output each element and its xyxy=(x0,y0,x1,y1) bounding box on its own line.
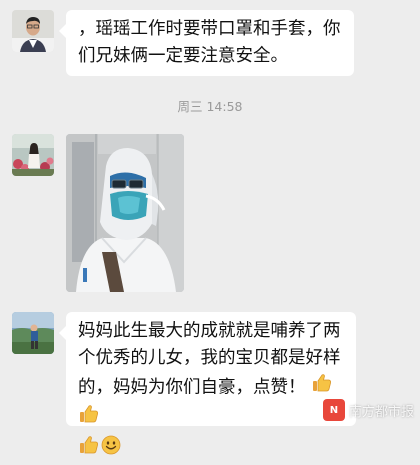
message-line: ，瑶瑶工作时要带口罩和手套，你 xyxy=(78,19,341,39)
message-line: 们兄妹俩一定要注意安全。 xyxy=(78,46,288,66)
message-line: 的，妈妈为你们自豪，点赞！ xyxy=(78,372,344,434)
message-bubble[interactable]: ，瑶瑶工作时要带口罩和手套，你 们兄妹俩一定要注意安全。 xyxy=(59,10,354,76)
avatar[interactable] xyxy=(12,134,54,176)
thumbs-up-icon xyxy=(78,403,100,434)
thumbs-up-icon xyxy=(78,434,100,465)
message-line-text: 的，妈妈为你们自豪，点赞！ xyxy=(78,377,306,398)
smile-icon xyxy=(100,434,122,465)
message-line xyxy=(78,434,344,465)
shared-photo[interactable] xyxy=(66,134,184,292)
avatar[interactable] xyxy=(12,10,54,52)
message-line: 妈妈此生最大的成就就是哺养了两 xyxy=(78,321,341,341)
message-bubble[interactable]: 妈妈此生最大的成就就是哺养了两 个优秀的儿女，我的宝贝都是好样 的，妈妈为你们自… xyxy=(59,312,356,455)
watermark: N 南方都市报 xyxy=(322,398,414,422)
watermark-text: 南方都市报 xyxy=(348,404,414,420)
timestamp: 周三 14:58 xyxy=(177,99,243,114)
avatar[interactable] xyxy=(12,312,54,354)
message-line: 个优秀的儿女，我的宝贝都是好样 xyxy=(78,348,341,368)
newspaper-logo-icon: N xyxy=(322,399,345,421)
